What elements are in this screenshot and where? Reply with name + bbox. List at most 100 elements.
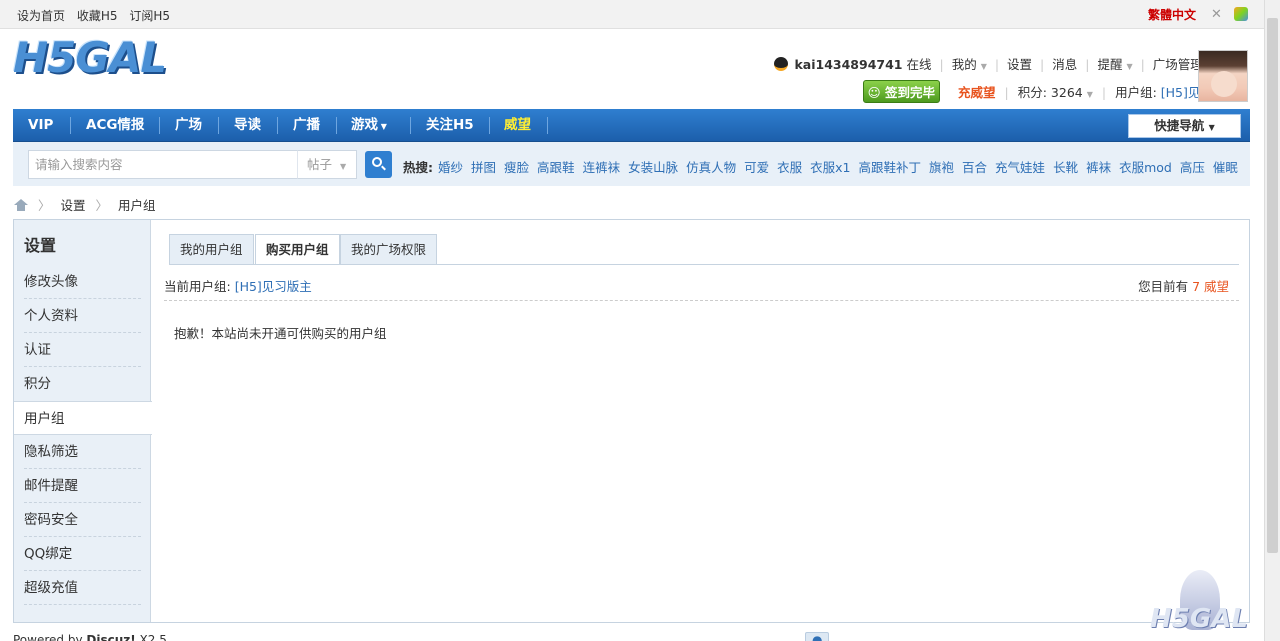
- settings-sidebar: 设置 修改头像个人资料认证积分用户组隐私筛选邮件提醒密码安全 QQ绑定超级充值: [14, 220, 152, 622]
- settings-link[interactable]: 设置: [1007, 57, 1032, 72]
- hot-tag[interactable]: 充气娃娃: [995, 160, 1045, 175]
- chevron-down-icon: ▼: [1086, 90, 1093, 99]
- hot-tag[interactable]: 高跟鞋补丁: [859, 160, 922, 175]
- sidebar-item[interactable]: 认证: [14, 333, 151, 367]
- search-bar: 请输入搜索内容 帖子 ▼ 热搜: 婚纱 拼图 瘦脸 高跟鞋 连裤袜 女装山脉 仿真人物 可爱 衣服衣…: [13, 142, 1250, 186]
- reminders-link[interactable]: 提醒: [1097, 57, 1122, 72]
- main-panel: 设置 修改头像个人资料认证积分用户组隐私筛选邮件提醒密码安全 QQ绑定超级充值 我…: [13, 219, 1250, 623]
- nav-acg[interactable]: ACG情报: [86, 109, 144, 142]
- hot-tag[interactable]: 拼图: [471, 160, 496, 175]
- nav-prestige[interactable]: 威望: [504, 109, 531, 142]
- sidebar-item-label: 修改头像: [24, 274, 78, 290]
- nav-broadcast[interactable]: 广播: [293, 109, 320, 142]
- subscribe-link[interactable]: 订阅H5: [129, 9, 170, 23]
- nav-games[interactable]: 游戏 ▼: [351, 109, 387, 142]
- hot-tag[interactable]: 婚纱: [438, 160, 463, 175]
- sidebar-item-label: QQ绑定: [24, 546, 73, 562]
- tab-my-usergroup[interactable]: 我的用户组: [169, 234, 254, 265]
- search-input[interactable]: 请输入搜索内容: [28, 150, 298, 179]
- footer-links: ●: [805, 632, 839, 641]
- site-logo[interactable]: H5GAL: [13, 34, 170, 82]
- app-icon[interactable]: [1234, 7, 1248, 21]
- hot-tag[interactable]: 旗袍: [929, 160, 954, 175]
- divider: [164, 300, 1239, 301]
- messages-link[interactable]: 消息: [1052, 57, 1077, 72]
- close-icon[interactable]: ✕: [1211, 7, 1222, 22]
- current-usergroup-value[interactable]: [H5]见习版主: [235, 279, 312, 294]
- hot-tag[interactable]: 百合: [962, 160, 987, 175]
- user-group-label: 用户组:: [1115, 85, 1161, 100]
- hot-tag[interactable]: 长靴: [1053, 160, 1078, 175]
- user-status-line: ☺ 签到完毕 充威望 | 积分: 3264 ▼ | 用户组: [H5]见习版主 …: [862, 80, 1248, 103]
- breadcrumb-settings[interactable]: 设置: [60, 198, 85, 213]
- quick-nav-button[interactable]: 快捷导航 ▼: [1128, 114, 1241, 138]
- sidebar-item[interactable]: 超级充值: [14, 571, 151, 605]
- no-usergroup-message: 抱歉！本站尚未开通可供购买的用户组: [174, 326, 387, 341]
- set-homepage-link[interactable]: 设为首页: [17, 9, 65, 23]
- sidebar-title: 设置: [24, 236, 57, 255]
- traditional-chinese-link[interactable]: 繁體中文: [1148, 6, 1196, 23]
- hot-tag[interactable]: 衣服: [777, 160, 802, 175]
- sidebar-item-label: 用户组: [24, 411, 65, 427]
- top-links: 设为首页 收藏H5 订阅H5: [17, 7, 178, 24]
- hot-tag[interactable]: 衣服x1: [810, 160, 850, 175]
- current-usergroup: 当前用户组: [H5]见习版主: [164, 279, 312, 294]
- tab-divider: [169, 264, 1239, 265]
- breadcrumb-usergroup[interactable]: 用户组: [118, 198, 156, 213]
- main-nav: VIP ACG情报 广场 导读 广播 游戏 ▼ 关注H5 威望 快捷导航 ▼: [13, 109, 1250, 142]
- mascot-image: H5GAL: [1150, 570, 1260, 641]
- points-menu[interactable]: 积分: 3264: [1018, 85, 1083, 100]
- hot-tag[interactable]: 催眠: [1213, 160, 1238, 175]
- sidebar-item[interactable]: QQ绑定: [14, 537, 151, 571]
- nav-guide[interactable]: 导读: [234, 109, 261, 142]
- nav-follow[interactable]: 关注H5: [426, 109, 474, 142]
- sidebar-item-label: 超级充值: [24, 580, 78, 596]
- sidebar-item-label: 认证: [24, 342, 51, 358]
- scrollbar[interactable]: [1264, 0, 1280, 641]
- hot-tag[interactable]: 高跟鞋: [537, 160, 575, 175]
- sidebar-item-label: 邮件提醒: [24, 478, 78, 494]
- home-icon[interactable]: [14, 199, 28, 211]
- nav-square[interactable]: 广场: [175, 109, 202, 142]
- signed-in-button[interactable]: ☺ 签到完毕: [862, 80, 941, 103]
- prestige-balance: 您目前有 7 威望: [1138, 279, 1229, 294]
- hot-tag[interactable]: 衣服mod: [1119, 160, 1172, 175]
- square-admin-link[interactable]: 广场管理: [1153, 57, 1203, 72]
- sidebar-item[interactable]: 修改头像: [14, 265, 151, 299]
- user-info: kai1434894741 在线 | 我的 ▼ | 设置 | 消息 | 提醒 ▼…: [773, 54, 1248, 73]
- bookmark-link[interactable]: 收藏H5: [77, 9, 118, 23]
- my-menu[interactable]: 我的: [952, 57, 977, 72]
- mascot-logo-text: H5GAL: [1150, 604, 1248, 634]
- online-status: 在线: [906, 57, 932, 72]
- scrollbar-thumb[interactable]: [1267, 18, 1278, 553]
- chevron-down-icon: ▼: [980, 62, 987, 71]
- sidebar-item-label: 隐私筛选: [24, 444, 78, 460]
- sidebar-item[interactable]: 个人资料: [14, 299, 151, 333]
- hot-tag[interactable]: 女装山脉: [628, 160, 678, 175]
- chevron-down-icon: ▼: [1126, 62, 1133, 71]
- hot-tag[interactable]: 可爱: [744, 160, 769, 175]
- footer-button[interactable]: ●: [805, 632, 830, 641]
- sidebar-item[interactable]: 用户组: [14, 401, 152, 435]
- search-button[interactable]: [365, 151, 392, 178]
- avatar[interactable]: [1198, 50, 1248, 102]
- hot-tag[interactable]: 连裤袜: [583, 160, 621, 175]
- tab-buy-usergroup[interactable]: 购买用户组: [255, 234, 340, 265]
- hot-tag[interactable]: 高压: [1180, 160, 1205, 175]
- sidebar-item-label: 积分: [24, 376, 51, 392]
- nav-vip[interactable]: VIP: [28, 109, 53, 142]
- sidebar-item-label: 个人资料: [24, 308, 78, 324]
- hot-searches: 热搜: 婚纱 拼图 瘦脸 高跟鞋 连裤袜 女装山脉 仿真人物 可爱 衣服 衣服x1 高跟鞋补丁 旗袍 百合…: [403, 157, 1246, 176]
- sidebar-item[interactable]: 隐私筛选: [14, 435, 151, 469]
- tab-square-permissions[interactable]: 我的广场权限: [340, 234, 438, 265]
- search-type-select[interactable]: 帖子 ▼: [297, 150, 357, 179]
- hot-tag[interactable]: 仿真人物: [686, 160, 736, 175]
- hot-tag[interactable]: 裤袜: [1086, 160, 1111, 175]
- sidebar-item[interactable]: 邮件提醒: [14, 469, 151, 503]
- footer-powered: Powered by Discuz! X2.5: [13, 633, 167, 641]
- sidebar-item[interactable]: 密码安全: [14, 503, 151, 537]
- username[interactable]: kai1434894741: [794, 57, 902, 72]
- charge-prestige-link[interactable]: 充威望: [958, 85, 996, 100]
- sidebar-item[interactable]: 积分: [14, 367, 151, 401]
- hot-tag[interactable]: 瘦脸: [504, 160, 529, 175]
